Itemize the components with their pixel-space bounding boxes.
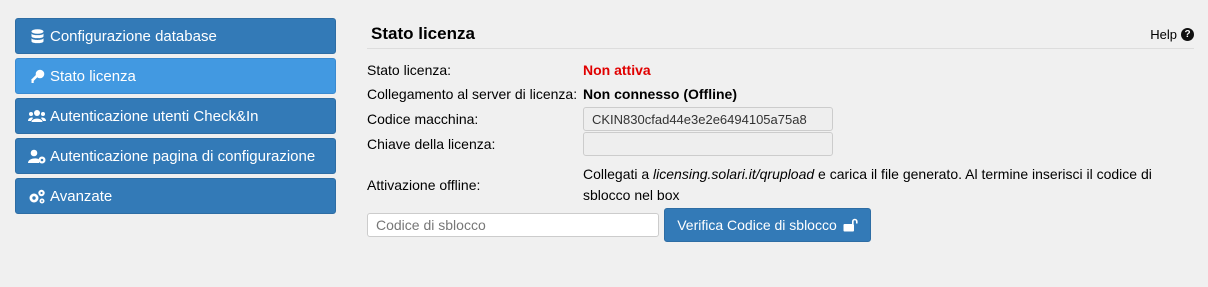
license-key-row: Chiave della licenza: bbox=[367, 132, 833, 156]
license-panel: Stato licenza Help ? Stato licenza: Non … bbox=[367, 20, 1194, 242]
panel-header: Stato licenza Help ? bbox=[367, 20, 1194, 49]
help-label: Help bbox=[1150, 26, 1177, 42]
license-key-field[interactable] bbox=[583, 132, 833, 156]
help-link[interactable]: Help ? bbox=[1150, 27, 1194, 42]
verify-button-label: Verifica Codice di sblocco bbox=[677, 217, 837, 233]
sidebar-item-label: Configurazione database bbox=[50, 27, 217, 45]
sidebar: Configurazione database Stato licenza Au… bbox=[15, 18, 336, 218]
user-gear-icon bbox=[28, 148, 46, 164]
connection-row: Collegamento al server di licenza: Non c… bbox=[367, 86, 737, 102]
connection-label: Collegamento al server di licenza: bbox=[367, 86, 578, 102]
offline-text-before: Collegati a bbox=[583, 166, 654, 182]
sidebar-item-advanced[interactable]: Avanzate bbox=[15, 178, 336, 214]
unlock-code-input[interactable] bbox=[367, 213, 659, 237]
database-icon bbox=[28, 28, 46, 44]
sidebar-item-license-status[interactable]: Stato licenza bbox=[15, 58, 336, 94]
sidebar-item-database[interactable]: Configurazione database bbox=[15, 18, 336, 54]
sidebar-item-config-auth[interactable]: Autenticazione pagina di configurazione bbox=[15, 138, 336, 174]
license-key-label: Chiave della licenza: bbox=[367, 136, 496, 152]
offline-row: Attivazione offline: Collegati a licensi… bbox=[367, 164, 1173, 206]
offline-instructions: Collegati a licensing.solari.it/qrupload… bbox=[583, 164, 1173, 206]
offline-link: licensing.solari.it/qrupload bbox=[653, 166, 815, 182]
gears-icon bbox=[28, 188, 46, 204]
status-value: Non attiva bbox=[583, 62, 651, 78]
offline-label: Attivazione offline: bbox=[367, 177, 481, 193]
verify-unlock-button[interactable]: Verifica Codice di sblocco bbox=[664, 208, 871, 242]
sidebar-item-label: Autenticazione pagina di configurazione bbox=[50, 147, 316, 165]
sidebar-item-label: Stato licenza bbox=[50, 67, 136, 85]
machine-code-row: Codice macchina: bbox=[367, 107, 833, 131]
unlock-icon bbox=[843, 218, 858, 232]
machine-code-label: Codice macchina: bbox=[367, 111, 479, 127]
unlock-row: Verifica Codice di sblocco bbox=[367, 208, 871, 242]
key-icon bbox=[28, 68, 46, 84]
machine-code-field[interactable] bbox=[583, 107, 833, 131]
status-label: Stato licenza: bbox=[367, 62, 452, 78]
users-icon bbox=[28, 108, 46, 124]
sidebar-item-label: Avanzate bbox=[50, 187, 113, 205]
page-title: Stato licenza bbox=[371, 24, 475, 43]
sidebar-item-label: Autenticazione utenti Check&In bbox=[50, 107, 259, 125]
status-row: Stato licenza: Non attiva bbox=[367, 62, 651, 78]
connection-value: Non connesso (Offline) bbox=[583, 86, 737, 102]
sidebar-item-user-auth[interactable]: Autenticazione utenti Check&In bbox=[15, 98, 336, 134]
question-icon: ? bbox=[1181, 27, 1194, 41]
